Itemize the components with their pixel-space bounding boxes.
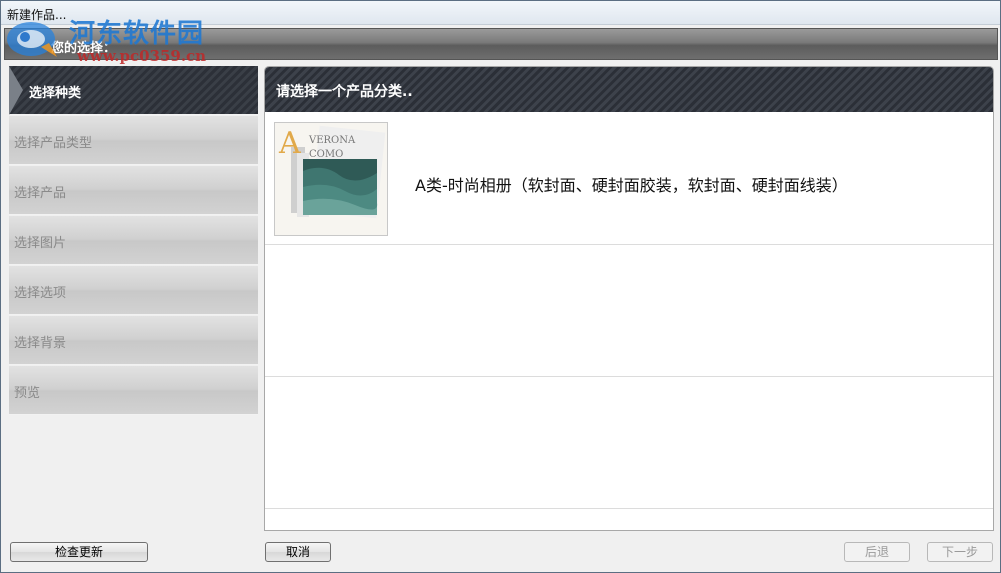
step-item-choose-options[interactable]: 选择选项 — [9, 266, 258, 315]
category-item-a[interactable]: A VERONA COMO A类-时尚相册（软封面、硬封面胶装，软封面、硬封面线… — [265, 112, 993, 245]
step-label: 选择背景 — [14, 336, 67, 351]
panel-title: 请选择一个产品分类.. — [276, 84, 413, 100]
panel-header: 请选择一个产品分类.. — [265, 67, 993, 112]
wizard-window: 新建作品... 河东软件园 www.pc0359.cn 您的选择： 选择种类 选… — [0, 0, 1001, 573]
step-label: 选择选项 — [14, 286, 67, 301]
step-item-choose-background[interactable]: 选择背景 — [9, 316, 258, 365]
empty-category-row — [265, 377, 993, 509]
watermark-url: www.pc0359.cn — [77, 47, 207, 65]
watermark-logo-icon — [7, 22, 57, 57]
category-panel: 请选择一个产品分类.. A VERONA COMO A类-时尚相册（软封面、硬封… — [264, 66, 994, 531]
step-item-choose-product[interactable]: 选择产品 — [9, 166, 258, 215]
back-button[interactable]: 后退 — [844, 542, 910, 562]
step-label: 选择图片 — [14, 236, 67, 251]
step-item-choose-category[interactable]: 选择种类 — [9, 66, 258, 115]
step-label: 选择产品 — [14, 186, 67, 201]
step-item-choose-product-type[interactable]: 选择产品类型 — [9, 116, 258, 165]
cancel-button[interactable]: 取消 — [265, 542, 331, 562]
empty-category-row — [265, 245, 993, 377]
watermark-name: 河东软件园 — [69, 19, 205, 49]
thumb-text-1: VERONA — [308, 135, 356, 146]
step-label: 预览 — [14, 386, 41, 401]
step-label: 选择种类 — [29, 86, 82, 101]
category-thumbnail: A VERONA COMO — [274, 122, 388, 236]
step-item-choose-images[interactable]: 选择图片 — [9, 216, 258, 265]
step-sidebar: 选择种类 选择产品类型 选择产品 选择图片 选择选项 选择背景 预览 — [9, 66, 258, 415]
photo-album-thumbnail-icon: A VERONA COMO — [275, 123, 387, 235]
thumb-letter: A — [278, 126, 301, 161]
thumb-text-2: COMO — [309, 149, 343, 160]
site-watermark: 河东软件园 www.pc0359.cn — [5, 13, 207, 69]
step-label: 选择产品类型 — [14, 136, 93, 151]
category-label: A类-时尚相册（软封面、硬封面胶装，软封面、硬封面线装） — [415, 176, 848, 195]
check-update-button[interactable]: 检查更新 — [10, 542, 148, 562]
active-step-arrow-icon — [9, 66, 23, 115]
step-item-preview[interactable]: 预览 — [9, 366, 258, 415]
next-button[interactable]: 下一步 — [927, 542, 993, 562]
